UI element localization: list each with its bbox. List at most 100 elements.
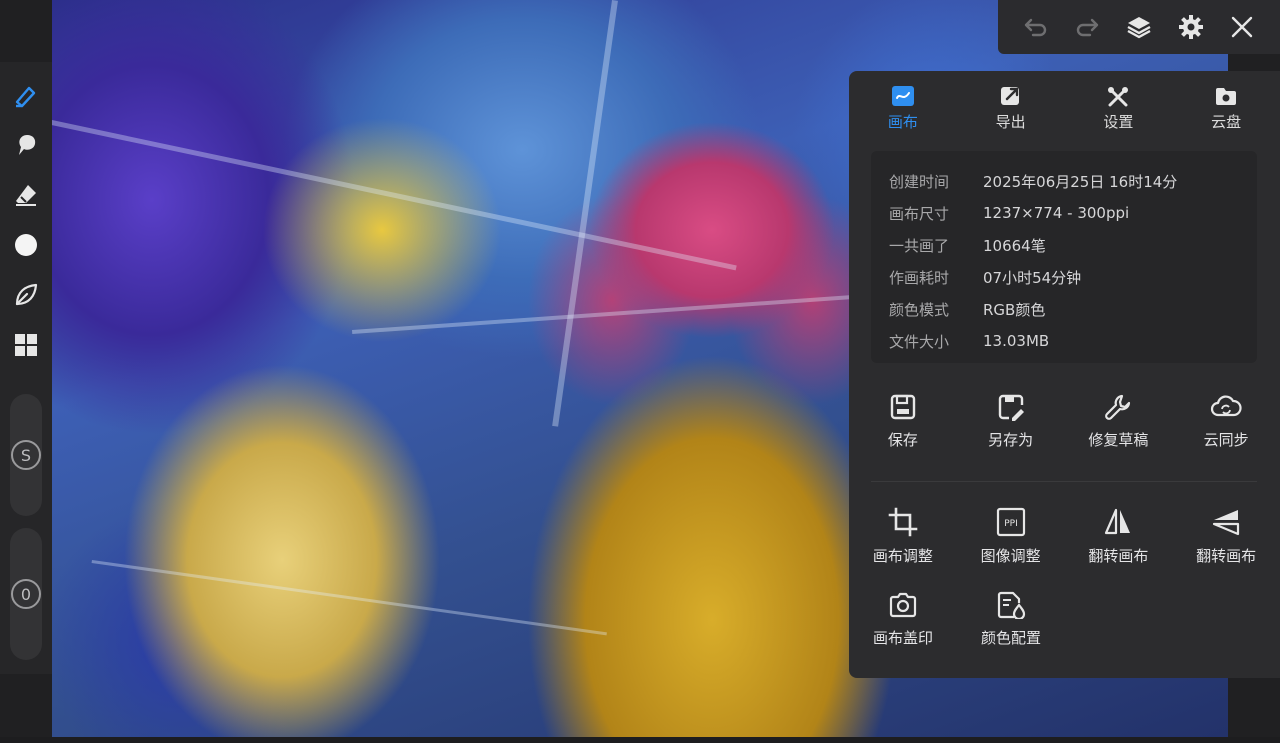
save-as-button[interactable]: 另存为 — [957, 393, 1065, 450]
repair-draft-button[interactable]: 修复草稿 — [1065, 393, 1173, 450]
close-button[interactable] — [1222, 7, 1262, 47]
color-profile-label: 颜色配置 — [980, 629, 1041, 647]
info-key: 一共画了 — [889, 236, 950, 255]
info-row: 一共画了 10664笔 — [889, 229, 1257, 261]
canvas-adjust-row: 画布调整 PPI 图像调整 翻转画布 翻转画布 — [849, 507, 1280, 566]
brush-library-button[interactable] — [0, 270, 52, 320]
flip-canvas-horizontal-label: 翻转画布 — [1088, 547, 1149, 565]
info-row: 作画耗时 07小时54分钟 — [889, 261, 1257, 293]
eraser-tool-button[interactable] — [0, 170, 52, 220]
settings-button[interactable] — [1171, 7, 1211, 47]
info-row: 颜色模式 RGB颜色 — [889, 293, 1257, 325]
canvas-decor — [52, 120, 737, 271]
save-as-icon — [998, 394, 1024, 421]
cloud-sync-label: 云同步 — [1203, 431, 1249, 449]
tab-export-label: 导出 — [995, 113, 1026, 131]
info-row: 画布尺寸 1237×774 - 300ppi — [889, 197, 1257, 229]
crop-icon — [888, 507, 918, 537]
tab-settings-label: 设置 — [1103, 113, 1134, 131]
undo-icon — [1024, 18, 1046, 37]
cloud-folder-icon — [1216, 88, 1237, 105]
canvas-stamp-button[interactable]: 画布盖印 — [849, 591, 957, 648]
opacity-indicator: 0 — [11, 579, 41, 609]
tools-icon — [1108, 87, 1129, 107]
gallery-button[interactable] — [0, 320, 52, 370]
flip-canvas-vertical-label: 翻转画布 — [1196, 547, 1257, 565]
info-key: 画布尺寸 — [889, 204, 950, 223]
info-row: 创建时间 2025年06月25日 16时14分 — [889, 165, 1257, 197]
layers-icon — [1127, 17, 1151, 39]
canvas-decor — [91, 560, 607, 636]
info-value: 10664笔 — [983, 236, 1046, 255]
tab-canvas[interactable]: 画布 — [849, 85, 957, 143]
color-circle-icon — [15, 234, 37, 256]
eraser-icon — [16, 185, 36, 206]
info-key: 文件大小 — [889, 332, 950, 351]
canvas-menu-panel: 画布 导出 设置 云盘 创建时间 2025年06月25日 16时14分 画布尺寸 1… — [849, 71, 1280, 678]
pen-icon — [15, 86, 36, 108]
color-picker-button[interactable] — [0, 220, 52, 270]
flip-vertical-icon — [1213, 510, 1240, 536]
save-button[interactable]: 保存 — [849, 393, 957, 450]
info-value: 1237×774 - 300ppi — [983, 204, 1130, 222]
color-profile-icon — [997, 591, 1026, 619]
wrench-icon — [1105, 394, 1131, 420]
cloud-sync-button[interactable]: 云同步 — [1172, 393, 1280, 450]
ppi-icon: PPI — [996, 507, 1025, 537]
brush-size-indicator: S — [11, 440, 41, 470]
tab-cloud-label: 云盘 — [1211, 113, 1242, 131]
info-value: RGB颜色 — [983, 300, 1046, 319]
canvas-icon — [891, 86, 914, 106]
divider — [871, 481, 1257, 482]
canvas-decor — [552, 0, 618, 427]
undo-button[interactable] — [1016, 7, 1056, 47]
info-value: 2025年06月25日 16时14分 — [983, 172, 1178, 191]
brush-size-slider[interactable]: S — [10, 394, 42, 516]
image-adjust-label: 图像调整 — [980, 547, 1041, 565]
grid-icon — [15, 334, 37, 356]
info-key: 作画耗时 — [889, 268, 950, 287]
smudge-tool-button[interactable] — [0, 120, 52, 170]
canvas-info-box: 创建时间 2025年06月25日 16时14分 画布尺寸 1237×774 - 30… — [871, 151, 1257, 363]
pen-tool-button[interactable] — [0, 70, 52, 120]
layers-button[interactable] — [1119, 7, 1159, 47]
left-toolbar: S 0 — [0, 62, 52, 674]
flip-horizontal-icon — [1105, 508, 1131, 535]
close-icon — [1231, 16, 1253, 38]
tab-export[interactable]: 导出 — [957, 85, 1065, 143]
cloud-sync-icon — [1211, 395, 1242, 417]
tab-cloud[interactable]: 云盘 — [1172, 85, 1280, 143]
info-value: 13.03MB — [983, 332, 1050, 350]
smudge-icon — [19, 135, 36, 155]
canvas-extra-row: 画布盖印 颜色配置 — [849, 591, 1280, 648]
canvas-decor — [352, 292, 891, 334]
app-window: S 0 画布 导出 设置 云盘 创建时间 2025年06月25日 16时14分 … — [0, 0, 1280, 743]
redo-button[interactable] — [1067, 7, 1107, 47]
image-adjust-button[interactable]: PPI 图像调整 — [957, 507, 1065, 566]
camera-icon — [889, 592, 917, 618]
save-label: 保存 — [887, 431, 918, 449]
repair-draft-label: 修复草稿 — [1088, 431, 1149, 449]
top-bar — [998, 0, 1280, 54]
export-icon — [1000, 87, 1019, 105]
save-icon — [890, 394, 916, 420]
ppi-icon-text: PPI — [1004, 519, 1018, 529]
color-profile-button[interactable]: 颜色配置 — [957, 591, 1065, 648]
tab-canvas-label: 画布 — [887, 113, 918, 131]
bottom-bar — [0, 737, 1280, 743]
flip-canvas-horizontal-button[interactable]: 翻转画布 — [1065, 507, 1173, 566]
redo-icon — [1077, 18, 1099, 37]
save-as-label: 另存为 — [988, 431, 1034, 449]
info-key: 创建时间 — [889, 172, 950, 191]
tab-settings[interactable]: 设置 — [1065, 85, 1173, 143]
canvas-adjust-button[interactable]: 画布调整 — [849, 507, 957, 566]
info-value: 07小时54分钟 — [983, 268, 1082, 287]
panel-tabs: 画布 导出 设置 云盘 — [849, 71, 1280, 143]
leaf-icon — [15, 283, 38, 306]
file-actions-row: 保存 另存为 修复草稿 云同步 — [849, 393, 1280, 450]
canvas-adjust-label: 画布调整 — [872, 547, 933, 565]
canvas-stamp-label: 画布盖印 — [872, 629, 933, 647]
flip-canvas-vertical-button[interactable]: 翻转画布 — [1172, 507, 1280, 566]
opacity-slider[interactable]: 0 — [10, 528, 42, 660]
gear-icon — [1178, 15, 1203, 39]
